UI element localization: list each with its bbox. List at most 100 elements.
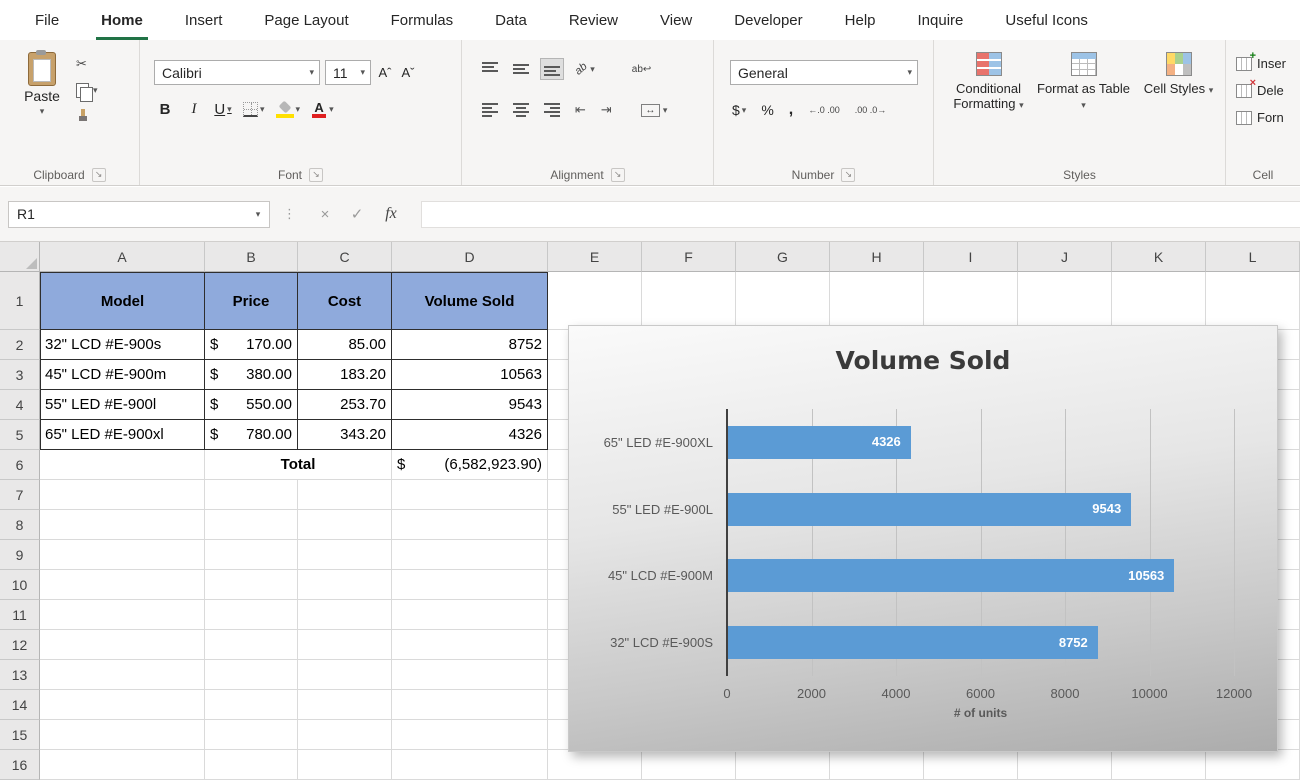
- cell-F16[interactable]: [642, 750, 736, 780]
- cell-D2[interactable]: 8752: [392, 330, 548, 360]
- formula-input[interactable]: [421, 201, 1300, 228]
- increase-decimal-button[interactable]: ←.0 .00: [808, 105, 840, 115]
- row-header-4[interactable]: 4: [0, 390, 40, 420]
- cell-B6[interactable]: Total: [205, 450, 392, 480]
- row-header-6[interactable]: 6: [0, 450, 40, 480]
- column-header-B[interactable]: B: [205, 242, 298, 272]
- tab-inquire[interactable]: Inquire: [897, 0, 985, 40]
- copy-button[interactable]: ▾: [76, 82, 98, 98]
- cell-A4[interactable]: 55" LED #E-900l: [40, 390, 205, 420]
- tab-developer[interactable]: Developer: [713, 0, 823, 40]
- cell-C13[interactable]: [298, 660, 392, 690]
- row-header-16[interactable]: 16: [0, 750, 40, 780]
- cell-B8[interactable]: [205, 510, 298, 540]
- cell-I16[interactable]: [924, 750, 1018, 780]
- column-header-E[interactable]: E: [548, 242, 642, 272]
- cell-C7[interactable]: [298, 480, 392, 510]
- cell-C9[interactable]: [298, 540, 392, 570]
- align-center-button[interactable]: [509, 99, 533, 121]
- cell-D8[interactable]: [392, 510, 548, 540]
- tab-formulas[interactable]: Formulas: [370, 0, 475, 40]
- dialog-launcher-icon[interactable]: ↘: [309, 168, 323, 182]
- cell-A16[interactable]: [40, 750, 205, 780]
- column-header-D[interactable]: D: [392, 242, 548, 272]
- cancel-button[interactable]: ×: [309, 206, 341, 223]
- cell-B1[interactable]: Price: [205, 272, 298, 330]
- cell-B15[interactable]: [205, 720, 298, 750]
- column-header-I[interactable]: I: [924, 242, 1018, 272]
- chevron-down-icon[interactable]: ▾: [247, 209, 269, 220]
- cell-D10[interactable]: [392, 570, 548, 600]
- fill-color-button[interactable]: ▾: [276, 102, 301, 118]
- cell-D7[interactable]: [392, 480, 548, 510]
- comma-style-button[interactable]: ,: [789, 101, 793, 119]
- bold-button[interactable]: B: [156, 101, 174, 118]
- cell-B5[interactable]: $780.00: [205, 420, 298, 450]
- tab-page-layout[interactable]: Page Layout: [243, 0, 369, 40]
- row-header-1[interactable]: 1: [0, 272, 40, 330]
- cell-J1[interactable]: [1018, 272, 1112, 330]
- column-header-L[interactable]: L: [1206, 242, 1300, 272]
- cell-C14[interactable]: [298, 690, 392, 720]
- cell-A12[interactable]: [40, 630, 205, 660]
- italic-button[interactable]: I: [185, 101, 203, 118]
- row-header-13[interactable]: 13: [0, 660, 40, 690]
- cell-D16[interactable]: [392, 750, 548, 780]
- cell-D14[interactable]: [392, 690, 548, 720]
- cell-J16[interactable]: [1018, 750, 1112, 780]
- column-header-K[interactable]: K: [1112, 242, 1206, 272]
- cell-H16[interactable]: [830, 750, 924, 780]
- insert-function-button[interactable]: fx: [373, 205, 409, 223]
- decrease-indent-button[interactable]: ⇤: [571, 98, 590, 122]
- cell-D3[interactable]: 10563: [392, 360, 548, 390]
- align-right-button[interactable]: [540, 99, 564, 121]
- cell-E1[interactable]: [548, 272, 642, 330]
- cell-D6[interactable]: $(6,582,923.90): [392, 450, 548, 480]
- select-all-corner[interactable]: [0, 242, 40, 272]
- underline-button[interactable]: U▾: [214, 101, 232, 118]
- cell-L1[interactable]: [1206, 272, 1300, 330]
- row-header-10[interactable]: 10: [0, 570, 40, 600]
- accounting-format-button[interactable]: $▾: [732, 102, 746, 118]
- format-painter-button[interactable]: [76, 108, 98, 124]
- column-header-A[interactable]: A: [40, 242, 205, 272]
- font-color-button[interactable]: A▾: [311, 102, 334, 118]
- tab-view[interactable]: View: [639, 0, 713, 40]
- font-name-combo[interactable]: Calibri▾: [154, 60, 320, 85]
- cell-A6[interactable]: [40, 450, 205, 480]
- increase-font-size-button[interactable]: Aˆ: [376, 65, 394, 80]
- cut-button[interactable]: ✂: [76, 56, 98, 72]
- tab-home[interactable]: Home: [80, 0, 164, 40]
- cell-C2[interactable]: 85.00: [298, 330, 392, 360]
- paste-button[interactable]: Paste ▾: [12, 52, 72, 124]
- cell-A1[interactable]: Model: [40, 272, 205, 330]
- cell-D5[interactable]: 4326: [392, 420, 548, 450]
- row-header-14[interactable]: 14: [0, 690, 40, 720]
- insert-cells-button[interactable]: Inser: [1236, 56, 1300, 71]
- cell-C16[interactable]: [298, 750, 392, 780]
- chart[interactable]: Volume Sold # of units 02000400060008000…: [568, 325, 1278, 752]
- cell-B4[interactable]: $550.00: [205, 390, 298, 420]
- column-header-C[interactable]: C: [298, 242, 392, 272]
- percent-style-button[interactable]: %: [761, 102, 773, 118]
- tab-review[interactable]: Review: [548, 0, 639, 40]
- merge-center-button[interactable]: ↔▾: [637, 100, 672, 121]
- row-header-7[interactable]: 7: [0, 480, 40, 510]
- cell-D9[interactable]: [392, 540, 548, 570]
- cell-B14[interactable]: [205, 690, 298, 720]
- cell-B10[interactable]: [205, 570, 298, 600]
- cell-B9[interactable]: [205, 540, 298, 570]
- column-header-G[interactable]: G: [736, 242, 830, 272]
- cell-K1[interactable]: [1112, 272, 1206, 330]
- tab-help[interactable]: Help: [824, 0, 897, 40]
- conditional-formatting-button[interactable]: Conditional Formatting ▾: [942, 52, 1035, 113]
- cell-D1[interactable]: Volume Sold: [392, 272, 548, 330]
- cell-B11[interactable]: [205, 600, 298, 630]
- align-left-button[interactable]: [478, 99, 502, 121]
- row-header-15[interactable]: 15: [0, 720, 40, 750]
- cell-A2[interactable]: 32" LCD #E-900s: [40, 330, 205, 360]
- cell-D15[interactable]: [392, 720, 548, 750]
- wrap-text-button[interactable]: ab↩: [628, 60, 656, 79]
- decrease-font-size-button[interactable]: Aˇ: [399, 65, 417, 80]
- cell-D12[interactable]: [392, 630, 548, 660]
